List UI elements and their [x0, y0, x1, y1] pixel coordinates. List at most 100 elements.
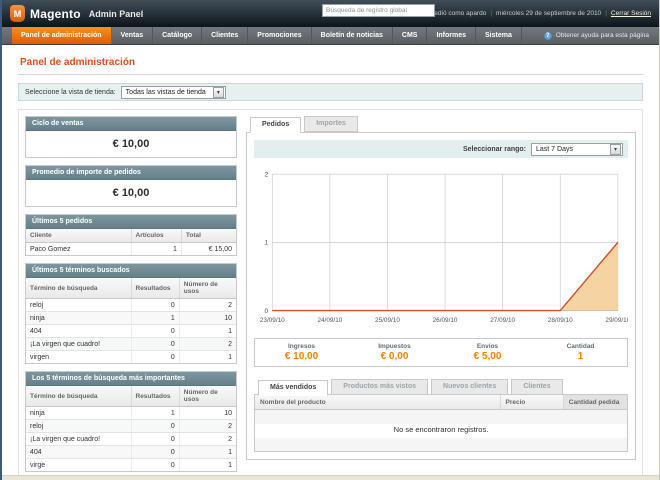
average-order-value: € 10,00	[26, 180, 236, 206]
header-bar: M Magento Admin Panel Accedió como apard…	[2, 0, 659, 27]
column-header: Cliente	[26, 229, 131, 243]
column-header: Artículos	[131, 229, 181, 243]
svg-text:0: 0	[265, 308, 269, 315]
table-row: virge01	[26, 459, 236, 472]
table-row: 40401	[26, 446, 236, 459]
last-orders-box: Últimos 5 pedidos ClienteArtículosTotalP…	[25, 214, 237, 256]
logo: M Magento Admin Panel	[10, 5, 143, 22]
svg-text:29/09/10: 29/09/10	[605, 317, 628, 324]
table-row: virgen01	[26, 351, 236, 364]
total-value: € 10,00	[255, 351, 348, 362]
nav-item-informes[interactable]: Informes	[427, 27, 476, 44]
nav-item-cat-logo[interactable]: Catálogo	[153, 27, 202, 44]
tab-importes[interactable]: Importes	[304, 116, 358, 132]
column-header: Nombre del producto	[255, 395, 501, 409]
tab-productos-m-s-vistos[interactable]: Productos más vistos	[331, 379, 428, 395]
box-title: Promedio de importe de pedidos	[26, 166, 236, 180]
table-row: ¡La virgen que cuadro!02	[26, 433, 236, 446]
top-search-table: Término de búsquedaResultadosNúmero de u…	[26, 386, 236, 471]
tab-m-s-vendidos[interactable]: Más vendidos	[258, 380, 328, 396]
nav-item-sistema[interactable]: Sistema	[476, 27, 522, 44]
tab-nuevos-clientes[interactable]: Nuevos clientes	[431, 379, 508, 395]
chart-panel: Seleccionar rango: Last 7 Days ▾ 0 1 2 23/0…	[246, 132, 636, 460]
tab-clientes[interactable]: Clientes	[511, 379, 562, 395]
table-row: ninja110	[26, 312, 236, 325]
box-title: Últimos 5 términos buscados	[26, 264, 236, 278]
column-header: Precio	[501, 395, 564, 409]
svg-text:27/09/10: 27/09/10	[490, 317, 515, 324]
last-search-table: Término de búsquedaResultadosNúmero de u…	[26, 278, 236, 363]
svg-text:24/09/10: 24/09/10	[317, 317, 342, 324]
global-search-input[interactable]	[322, 4, 435, 17]
total-value: € 5,00	[441, 351, 534, 362]
column-header: Total	[181, 229, 236, 243]
box-title: Ciclo de ventas	[26, 117, 236, 131]
svg-text:28/09/10: 28/09/10	[548, 317, 573, 324]
box-title: Los 5 términos de búsqueda más important…	[26, 372, 236, 386]
column-header: Cantidad pedida	[564, 395, 627, 409]
header-user-info: Accedió como apardo | miércoles 29 de se…	[423, 10, 651, 17]
table-row: reloj02	[26, 420, 236, 433]
lifetime-sales-box: Ciclo de ventas € 10,00	[25, 116, 237, 158]
nav-item-cms[interactable]: CMS	[393, 27, 428, 44]
chart-tabs: PedidosImportes	[246, 116, 636, 132]
help-icon: ?	[544, 32, 552, 40]
total-env-os: Envíos€ 5,00	[441, 343, 534, 362]
column-header: Término de búsqueda	[26, 278, 131, 299]
total-label: Envíos	[441, 343, 534, 350]
report-tabs: Más vendidosProductos más vistosNuevos c…	[254, 379, 628, 395]
store-view-select[interactable]: Todas las vistas de tienda ▾	[121, 86, 226, 99]
table-row: reloj02	[26, 299, 236, 312]
total-value: 1	[534, 351, 627, 362]
empty-records-message: No se encontraron registros.	[394, 425, 489, 434]
average-order-box: Promedio de importe de pedidos € 10,00	[25, 165, 237, 207]
totals-row: Ingresos€ 10,00Impuestos€ 0,00Envíos€ 5,…	[254, 338, 628, 367]
column-header: Número de usos	[179, 386, 236, 407]
logo-subtitle: Admin Panel	[89, 9, 144, 19]
magento-logo-icon: M	[10, 5, 25, 22]
help-link[interactable]: ? Obtener ayuda para esta página	[544, 27, 659, 44]
nav-item-ventas[interactable]: Ventas	[112, 27, 154, 44]
column-header: Término de búsqueda	[26, 386, 131, 407]
range-select[interactable]: Last 7 Days ▾	[531, 143, 623, 156]
main-nav: Panel de administraciónVentasCatálogoCli…	[2, 27, 659, 45]
window-bottom-edge	[2, 475, 659, 480]
help-label: Obtener ayuda para esta página	[556, 32, 649, 39]
svg-text:25/09/10: 25/09/10	[375, 317, 400, 324]
range-bar: Seleccionar rango: Last 7 Days ▾	[254, 140, 628, 158]
table-row: ¡La virgen que cuadro!02	[26, 338, 236, 351]
tab-pedidos[interactable]: Pedidos	[250, 117, 301, 133]
content-area: Panel de administración Seleccione la vi…	[2, 45, 659, 480]
orders-area-chart: 0 1 2 23/09/10 24/09/10 25/09/10 26/09/10 27/09…	[254, 166, 628, 334]
total-label: Impuestos	[348, 343, 441, 350]
total-value: € 0,00	[348, 351, 441, 362]
range-label: Seleccionar rango:	[463, 146, 526, 153]
total-impuestos: Impuestos€ 0,00	[348, 343, 441, 362]
table-row: ninja110	[26, 407, 236, 420]
nav-item-promociones[interactable]: Promociones	[248, 27, 311, 44]
logout-link[interactable]: Cerrar Sesión	[611, 10, 651, 17]
dashboard-wrapper: Ciclo de ventas € 10,00 Promedio de impo…	[18, 109, 643, 480]
products-grid-body: No se encontraron registros.	[254, 410, 628, 452]
store-view-bar: Seleccione la vista de tienda: Todas las…	[18, 83, 643, 101]
box-title: Últimos 5 pedidos	[26, 215, 236, 229]
nav-items: Panel de administraciónVentasCatálogoCli…	[12, 27, 522, 44]
products-grid-header: Nombre del producto Precio Cantidad pedi…	[254, 394, 628, 410]
dashboard-left-column: Ciclo de ventas € 10,00 Promedio de impo…	[25, 116, 237, 479]
table-row: 40401	[26, 325, 236, 338]
nav-item-bolet-n-de-noticias[interactable]: Boletín de noticias	[312, 27, 393, 44]
nav-item-panel-de-administraci-n[interactable]: Panel de administración	[12, 27, 112, 44]
total-ingresos: Ingresos€ 10,00	[255, 343, 348, 362]
page-title: Panel de administración	[20, 57, 643, 68]
table-row: Paco Gomez1€ 15,00	[26, 243, 236, 256]
logo-text: Magento	[30, 7, 81, 21]
chevron-down-icon: ▾	[610, 144, 621, 155]
svg-text:26/09/10: 26/09/10	[433, 317, 458, 324]
total-label: Cantidad	[534, 343, 627, 350]
svg-text:2: 2	[265, 171, 269, 178]
nav-item-clientes[interactable]: Clientes	[202, 27, 248, 44]
svg-text:1: 1	[265, 240, 269, 247]
magento-admin-window: M Magento Admin Panel Accedió como apard…	[0, 0, 660, 480]
svg-text:23/09/10: 23/09/10	[260, 317, 285, 324]
column-header: Resultados	[131, 278, 179, 299]
